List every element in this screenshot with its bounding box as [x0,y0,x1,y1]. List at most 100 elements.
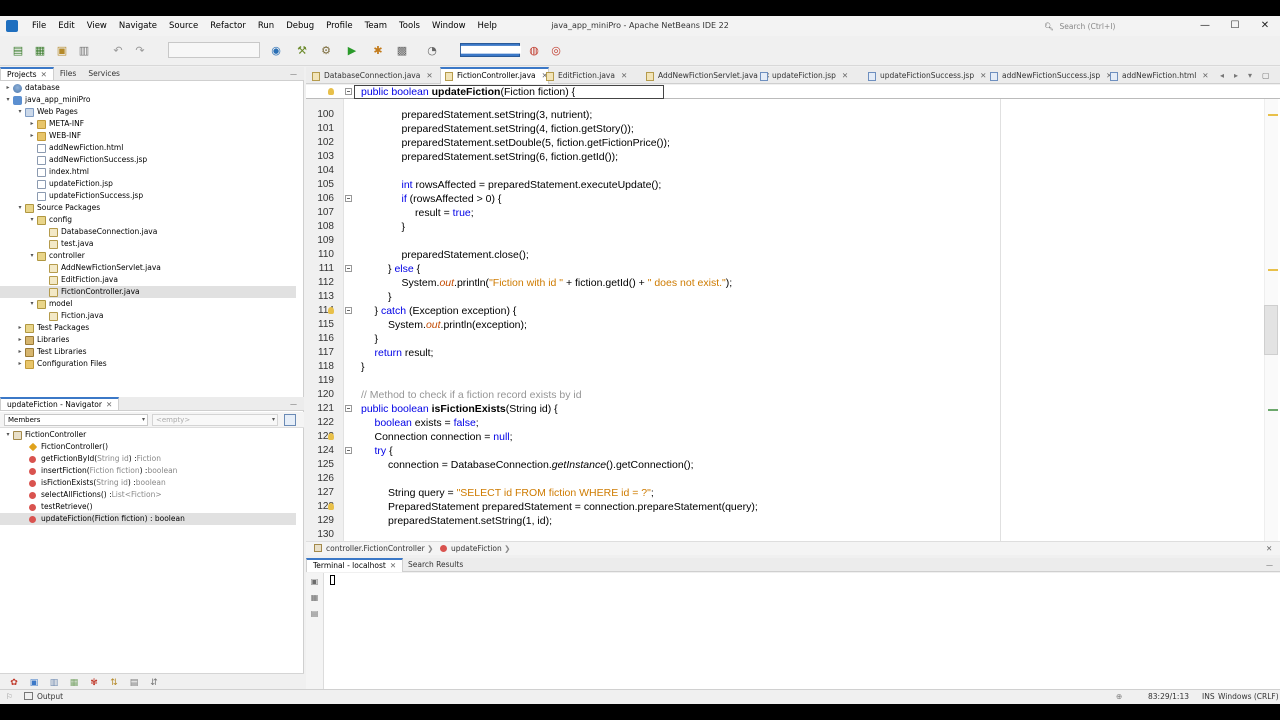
show-inherited-icon[interactable]: ✿ [8,677,20,689]
expand-toggle-icon[interactable]: ▾ [4,94,12,106]
tree-item[interactable]: addNewFictionSuccess.jsp [0,154,296,166]
hint-bulb-icon[interactable] [328,433,334,440]
open-project-icon[interactable]: ▣ [54,43,70,59]
tree-item[interactable]: Fiction.java [0,310,296,322]
editor-tab[interactable]: AddNewFictionServlet.java✕ [642,69,770,84]
tree-item[interactable]: ▾ config [0,214,296,226]
save-all-icon[interactable]: ▥ [76,43,92,59]
tree-item[interactable]: ▸ Libraries [0,334,296,346]
browser-globe-icon[interactable]: ◉ [268,43,284,59]
configuration-select[interactable] [168,42,260,58]
tree-item[interactable]: ▾ model [0,298,296,310]
navigator-item[interactable]: getFictionById(String id) : Fiction [0,453,296,465]
undo-icon[interactable]: ↶ [110,43,126,59]
tab-files[interactable]: Files [54,67,82,80]
sort-by-name-icon[interactable]: ▤ [128,677,140,689]
fold-toggle-icon[interactable] [345,307,352,314]
tree-item[interactable]: index.html [0,166,296,178]
navigator-item[interactable]: updateFiction(Fiction fiction) : boolean [0,513,296,525]
editor-scrollbar-thumb[interactable] [1264,305,1278,355]
output-toggle[interactable]: Output [24,690,63,704]
menu-source[interactable]: Source [163,16,204,36]
line-ending[interactable]: Windows (CRLF) [1218,690,1279,704]
close-icon[interactable]: ✕ [41,70,47,79]
expand-toggle-icon[interactable]: ▾ [4,429,12,441]
terminal-area[interactable]: ▣ ▦ ▤ [306,573,1280,689]
profile-project-icon[interactable]: ▩ [394,43,410,59]
search-input[interactable]: 🔍︎ Search (Ctrl+I) [1044,20,1194,33]
expand-toggle-icon[interactable]: ▾ [28,214,36,226]
members-select[interactable]: Members ▾ [4,414,148,426]
editor-tab[interactable]: addNewFiction.html ✕ [1106,69,1209,84]
close-icon[interactable]: ✕ [106,400,112,409]
tree-item[interactable]: FictionController.java [0,286,296,298]
show-non-public-icon[interactable]: ▦ [68,677,80,689]
close-icon[interactable]: ✕ [390,561,396,570]
minimize-button[interactable]: — [1190,16,1220,36]
menu-debug[interactable]: Debug [280,16,320,36]
tree-item[interactable]: updateFiction.jsp [0,178,296,190]
expand-toggle-icon[interactable]: ▾ [16,106,24,118]
tab-projects[interactable]: Projects ✕ [0,67,54,80]
editor-tab[interactable]: updateFiction.jsp ✕ [756,69,848,84]
hint-bulb-icon[interactable] [328,88,334,95]
breadcrumb-method[interactable]: updateFiction ❯ [440,542,510,555]
editor-tab[interactable]: EditFiction.java ✕ [542,69,627,84]
scroll-left-icon[interactable]: ◂ [1220,67,1224,84]
tree-item[interactable]: test.java [0,238,296,250]
debug-project-icon[interactable]: ✱ [370,43,386,59]
navigator-item[interactable]: isFictionExists(String id) : boolean [0,477,296,489]
sort-by-source-icon[interactable]: ⇅ [108,677,120,689]
warning-mark[interactable] [1268,114,1278,116]
notifications-icon[interactable]: ⚐ [6,690,13,704]
caret-position[interactable]: 83:29/1:13 [1148,690,1189,704]
insert-mode[interactable]: INS [1202,690,1215,704]
menu-refactor[interactable]: Refactor [204,16,252,36]
expand-toggle-icon[interactable]: ▸ [16,358,24,370]
tree-item[interactable]: EditFiction.java [0,274,296,286]
expand-toggle-icon[interactable]: ▸ [16,334,24,346]
fold-toggle-icon[interactable] [345,195,352,202]
tab-services[interactable]: Services [82,67,126,80]
menu-view[interactable]: View [81,16,113,36]
editor-tab[interactable]: FictionController.java ✕ [440,67,549,84]
new-file-icon[interactable]: ▤ [10,43,26,59]
menu-file[interactable]: File [26,16,52,36]
new-terminal-icon[interactable]: ▦ [309,593,320,603]
fold-toggle-icon[interactable] [345,88,352,95]
close-window-button[interactable]: ✕ [1250,16,1280,36]
navigator-item[interactable]: ▾ FictionController [0,429,296,441]
navigator-item[interactable]: testRetrieve() [0,501,296,513]
warning-mark[interactable] [1268,269,1278,271]
run-project-icon[interactable]: ▶ [344,43,360,59]
maximize-window-icon[interactable]: ▢ [1262,67,1270,84]
expand-toggle-icon[interactable]: ▸ [28,118,36,130]
menu-tools[interactable]: Tools [393,16,426,36]
menu-edit[interactable]: Edit [52,16,80,36]
tree-item[interactable]: ▾ Web Pages [0,106,296,118]
tree-item[interactable]: ▸ database [0,82,296,94]
profile-dropdown-icon[interactable]: ◔ [424,43,440,59]
editor-tab[interactable]: updateFictionSuccess.jsp ✕ [864,69,986,84]
scroll-right-icon[interactable]: ▸ [1234,67,1238,84]
terminal-settings-icon[interactable]: ▤ [309,609,320,619]
expand-toggle-icon[interactable]: ▸ [4,82,12,94]
menu-help[interactable]: Help [472,16,503,36]
navigator-search-select[interactable]: <empty> ▾ [152,414,278,426]
minimize-panel-icon[interactable]: — [1266,558,1273,572]
expand-toggle-icon[interactable]: ▸ [16,346,24,358]
expand-toggle-icon[interactable]: ▾ [16,202,24,214]
show-inner-classes-icon[interactable]: ✾ [88,677,100,689]
show-fields-icon[interactable]: ▣ [28,677,40,689]
editor-tab[interactable]: DatabaseConnection.java ✕ [308,69,433,84]
hint-bulb-icon[interactable] [328,503,334,510]
minimize-panel-icon[interactable]: — [290,397,297,411]
hint-bulb-icon[interactable] [328,307,334,314]
menu-window[interactable]: Window [426,16,472,36]
maximize-button[interactable]: ☐ [1220,16,1250,36]
close-icon[interactable]: ✕ [842,71,848,80]
expand-toggle-icon[interactable]: ▸ [28,130,36,142]
fold-toggle-icon[interactable] [345,405,352,412]
editor-tab[interactable]: addNewFictionSuccess.jsp✕ [986,69,1112,84]
close-icon[interactable]: ✕ [426,71,432,80]
